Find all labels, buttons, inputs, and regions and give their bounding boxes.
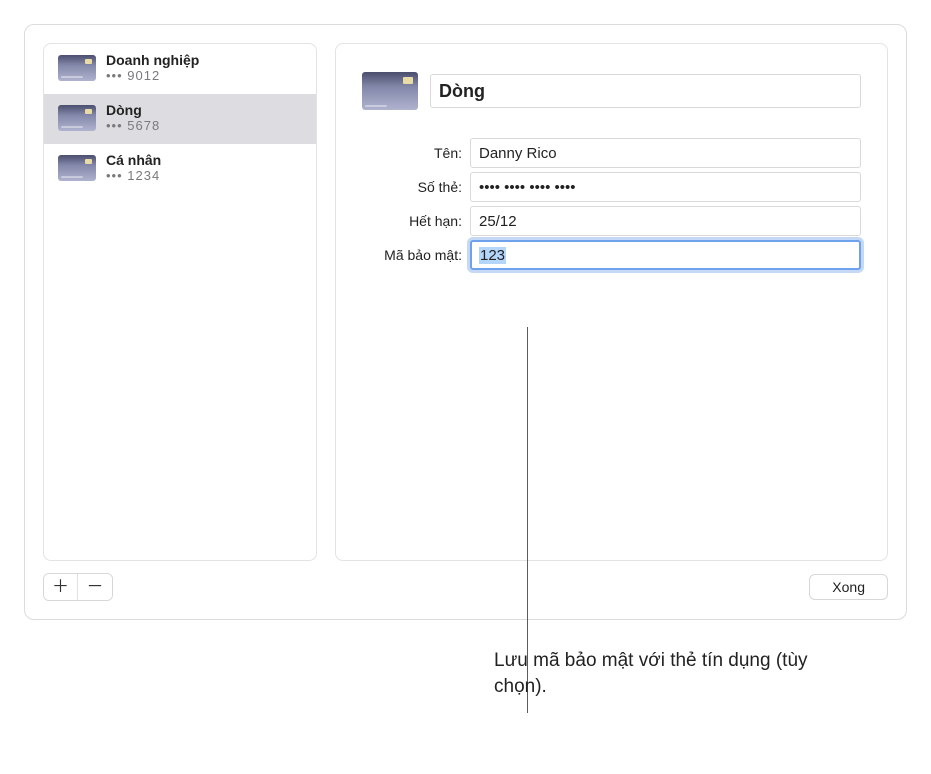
- add-card-button[interactable]: ＋: [44, 574, 78, 600]
- name-field[interactable]: [470, 138, 861, 168]
- card-list: Doanh nghiệp ••• 9012 Dòng ••• 5678 Cá n…: [43, 43, 317, 561]
- card-number-field[interactable]: [470, 172, 861, 202]
- card-description-input[interactable]: [430, 74, 861, 108]
- card-item-text: Cá nhân ••• 1234: [106, 152, 161, 183]
- card-detail-header: [362, 72, 861, 110]
- top-panel: Doanh nghiệp ••• 9012 Dòng ••• 5678 Cá n…: [43, 43, 888, 561]
- name-label: Tên:: [362, 145, 470, 161]
- security-code-value: 123: [479, 247, 506, 264]
- bottom-bar: ＋ － Xong: [43, 573, 888, 601]
- credit-card-icon: [58, 55, 96, 81]
- card-number-label: Số thẻ:: [362, 179, 470, 195]
- done-button[interactable]: Xong: [809, 574, 888, 600]
- expiry-field[interactable]: [470, 206, 861, 236]
- callout-text: Lưu mã bảo mật với thẻ tín dụng (tùy chọ…: [494, 648, 834, 699]
- credit-card-icon: [362, 72, 418, 110]
- security-code-label: Mã bảo mật:: [362, 247, 470, 263]
- card-item-number: ••• 9012: [106, 68, 199, 83]
- credit-card-icon: [58, 105, 96, 131]
- security-code-field[interactable]: 123: [470, 240, 861, 270]
- credit-card-icon: [58, 155, 96, 181]
- card-list-item[interactable]: Cá nhân ••• 1234: [44, 144, 316, 194]
- plus-minus-control: ＋ －: [43, 573, 113, 601]
- remove-card-button[interactable]: －: [78, 574, 112, 600]
- card-item-text: Doanh nghiệp ••• 9012: [106, 52, 199, 83]
- expiry-label: Hết hạn:: [362, 213, 470, 229]
- card-item-text: Dòng ••• 5678: [106, 102, 160, 133]
- card-item-title: Doanh nghiệp: [106, 52, 199, 68]
- card-list-item[interactable]: Dòng ••• 5678: [44, 94, 316, 144]
- card-item-title: Cá nhân: [106, 152, 161, 168]
- card-item-title: Dòng: [106, 102, 160, 118]
- autofill-settings-window: Doanh nghiệp ••• 9012 Dòng ••• 5678 Cá n…: [24, 24, 907, 620]
- card-list-item[interactable]: Doanh nghiệp ••• 9012: [44, 44, 316, 94]
- card-item-number: ••• 1234: [106, 168, 161, 183]
- card-item-number: ••• 5678: [106, 118, 160, 133]
- card-detail-panel: Tên: Số thẻ: Hết hạn: Mã bảo mật: 123: [335, 43, 888, 561]
- callout: Lưu mã bảo mật với thẻ tín dụng (tùy chọ…: [494, 648, 834, 699]
